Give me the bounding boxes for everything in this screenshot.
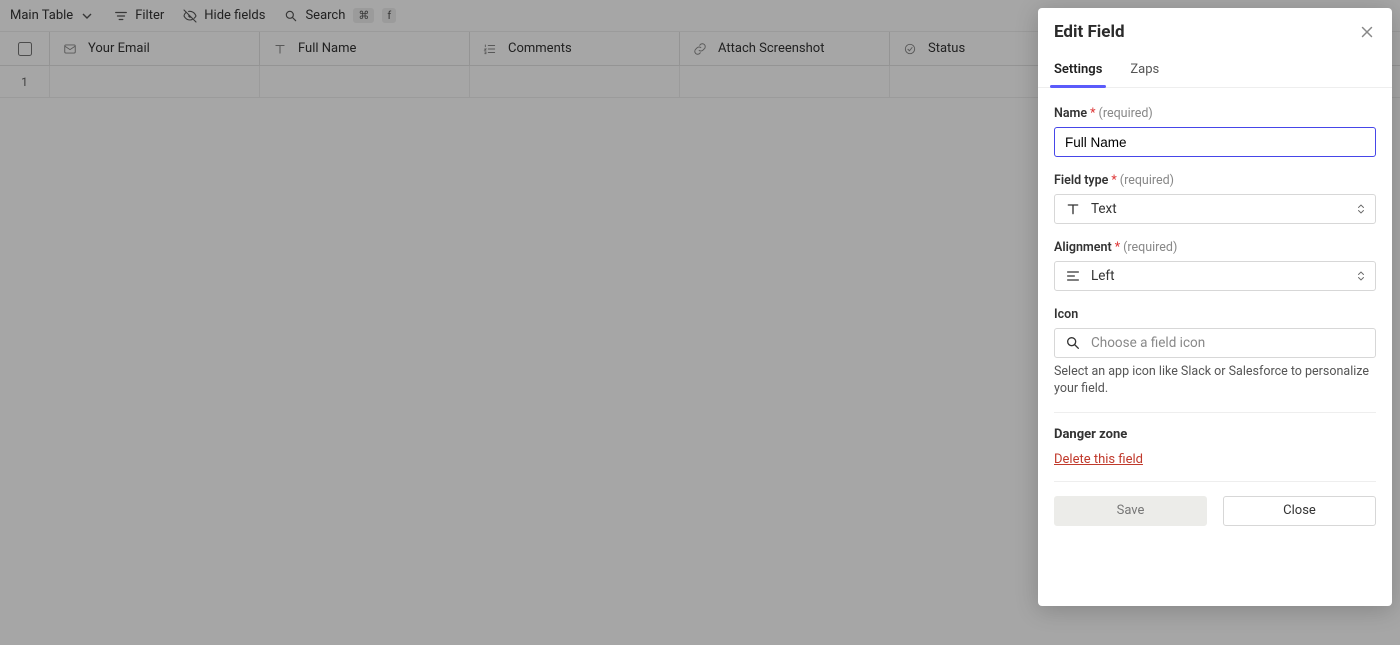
text-icon: [1065, 201, 1081, 217]
fieldtype-select[interactable]: Text: [1054, 194, 1376, 224]
icon-help-text: Select an app icon like Slack or Salesfo…: [1054, 364, 1376, 398]
icon-label: Icon: [1054, 307, 1376, 322]
panel-tabs: Settings Zaps: [1038, 56, 1392, 88]
alignment-label: Alignment * (required): [1054, 240, 1376, 255]
panel-title: Edit Field: [1054, 22, 1125, 42]
close-icon[interactable]: [1358, 23, 1376, 41]
alignment-select[interactable]: Left: [1054, 261, 1376, 291]
divider: [1054, 412, 1376, 413]
search-icon: [1065, 335, 1081, 351]
tab-settings[interactable]: Settings: [1054, 56, 1102, 87]
alignment-value: Left: [1091, 268, 1115, 284]
name-label: Name * (required): [1054, 106, 1376, 121]
icon-placeholder: Choose a field icon: [1091, 335, 1205, 351]
edit-field-panel: Edit Field Settings Zaps Name * (require…: [1038, 8, 1392, 606]
delete-field-link[interactable]: Delete this field: [1054, 452, 1376, 467]
save-button[interactable]: Save: [1054, 496, 1207, 526]
divider: [1054, 481, 1376, 482]
fieldtype-label: Field type * (required): [1054, 173, 1376, 188]
sort-icon: [1355, 203, 1367, 215]
danger-zone-title: Danger zone: [1054, 427, 1376, 442]
fieldtype-value: Text: [1091, 201, 1117, 217]
tab-zaps[interactable]: Zaps: [1130, 56, 1159, 87]
icon-picker[interactable]: Choose a field icon: [1054, 328, 1376, 358]
close-button[interactable]: Close: [1223, 496, 1376, 526]
name-input[interactable]: [1054, 127, 1376, 157]
sort-icon: [1355, 270, 1367, 282]
align-left-icon: [1065, 268, 1081, 284]
